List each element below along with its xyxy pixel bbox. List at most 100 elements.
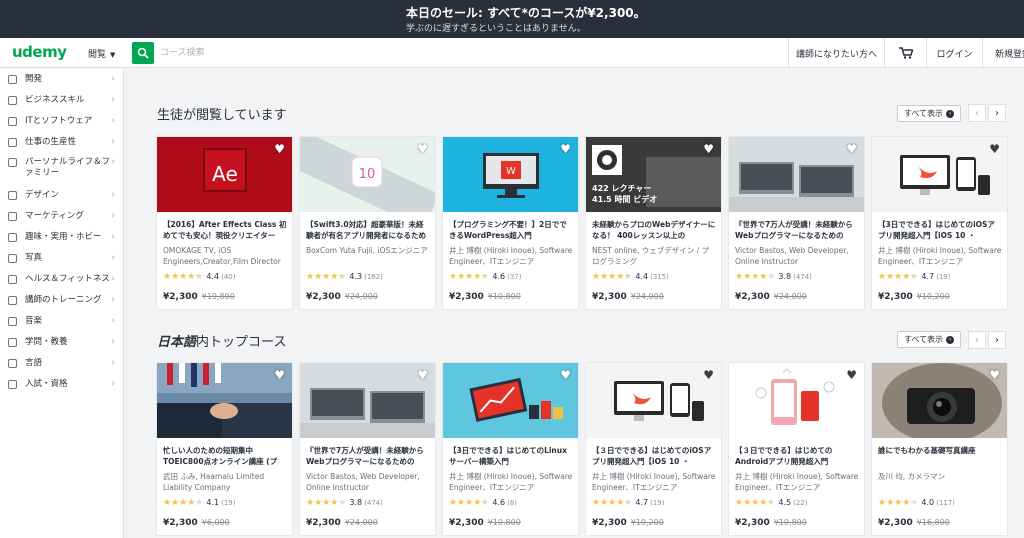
heart-icon[interactable]: ♥ (560, 142, 571, 156)
rating-value: 3.8 (778, 272, 792, 281)
heart-icon[interactable]: ♥ (846, 368, 857, 382)
rating-value: 4.1 (206, 498, 220, 507)
original-price: ¥10,800 (773, 518, 807, 527)
course-thumbnail[interactable] (872, 137, 1007, 212)
course-card[interactable]: 10 ♥ 【Swift3.0対応】超豪華版！未経験者が有名アプリ開発者になるための B… (300, 137, 435, 309)
sidebar-item-label: マーケティング (25, 211, 84, 221)
rating-count: (8) (507, 499, 518, 507)
course-card[interactable]: ♥ 【3日でできる】はじめてのiOSアプリ開発超入門【iOS 10 ・井上 博樹 … (872, 137, 1007, 309)
sale-banner[interactable]: 本日のセール: すべて*のコースが¥2,300。 学ぶのに遅すぎるということはあ… (0, 0, 1024, 38)
original-price: ¥10,200 (916, 292, 950, 301)
course-thumbnail[interactable] (729, 363, 864, 438)
search-input[interactable] (154, 42, 554, 64)
star-rating-icon: ★★★★★ (449, 498, 490, 508)
course-rating: ★★★★★ 4.4 (315) (592, 272, 669, 282)
carousel-next-button[interactable]: › (988, 104, 1006, 122)
course-card[interactable]: ♥ 【3日でできる】はじめてのLinuxサーバー構築入門 井上 博樹 (Hiroki… (443, 363, 578, 535)
course-rating: ★★★★★ 4.0 (117) (878, 498, 955, 508)
heart-icon[interactable]: ♥ (989, 368, 1000, 382)
course-card[interactable]: 422 レクチャー 41.5 時間 ビデオ ♥ 未経験からプロのWebデザイナーになる… (586, 137, 721, 309)
sidebar-item-label: 入試・資格 (25, 379, 68, 389)
megaphone-icon (8, 212, 17, 221)
course-card[interactable]: W ♥ 【プログラミング不要！】2日でできるWordPress超入門 井上 博樹 (H… (443, 137, 578, 309)
carousel-next-button[interactable]: › (988, 331, 1006, 349)
sidebar-item-label: デザイン (25, 190, 60, 200)
course-title: 未経験からプロのWebデザイナーになる！ 400レッスン以上の (592, 220, 716, 240)
heart-icon[interactable]: ♥ (989, 142, 1000, 156)
sale-headline: 本日のセール: すべて*のコースが¥2,300。 (406, 6, 646, 20)
heart-icon[interactable]: ♥ (274, 368, 285, 382)
course-instructor: 井上 博樹 (Hiroki Inoue), Software Engineer、… (449, 472, 573, 492)
star-rating-icon: ★★★★★ (163, 272, 204, 282)
course-price: ¥2,300 ¥10,800 (449, 518, 521, 528)
carousel-prev-button[interactable]: ‹ (968, 104, 986, 122)
course-thumbnail[interactable]: W (443, 137, 578, 212)
person-icon (8, 158, 17, 167)
course-card[interactable]: ♥ 『世界で7万人が受講！未経験からWebプログラマーになるための Victor B… (300, 363, 435, 535)
gear-icon (8, 338, 17, 347)
chevron-right-icon: › (111, 157, 115, 167)
chart-icon (8, 96, 17, 105)
heart-icon[interactable]: ♥ (560, 368, 571, 382)
course-title: 【３日でできる】はじめてのiOSアプリ開発超入門【iOS 10 ・ (592, 446, 712, 466)
laptop-icon (8, 117, 17, 126)
sidebar-item-label: 写真 (25, 253, 43, 263)
section-title-rest: 内トップコース (196, 335, 287, 350)
course-card[interactable]: Ae ♥ 【2016】After Effects Class 初めてでも安心！現役ク… (157, 137, 292, 309)
video-hours-overlay: 41.5 時間 ビデオ (592, 195, 658, 204)
cart-button[interactable] (884, 38, 926, 68)
course-thumbnail[interactable]: 10 (300, 137, 435, 212)
course-card[interactable]: ♥ 【３日でできる】はじめてのiOSアプリ開発超入門【iOS 10 ・井上 博樹 … (586, 363, 721, 535)
become-instructor-label: 講師になりたい方へ (795, 49, 877, 60)
course-thumbnail[interactable] (443, 363, 578, 438)
course-thumbnail[interactable] (729, 137, 864, 212)
course-title: 【Swift3.0対応】超豪華版！未経験者が有名アプリ開発者になるための (306, 220, 426, 240)
udemy-logo[interactable]: udemy (12, 43, 67, 61)
heart-icon[interactable]: ♥ (417, 142, 428, 156)
carousel-prev-button[interactable]: ‹ (968, 331, 986, 349)
sidebar-item-label: 仕事の生産性 (25, 137, 77, 147)
browse-menu-button[interactable]: 閲覧 ▼ (88, 47, 115, 60)
course-card[interactable]: ♥ 忙しい人のための短期集中TOEIC800点オンライン講座 (プ 武田 ふみ, H… (157, 363, 292, 535)
course-thumbnail[interactable]: Ae (157, 137, 292, 212)
course-thumbnail[interactable]: 422 レクチャー 41.5 時間 ビデオ (586, 137, 721, 212)
heart-icon[interactable]: ♥ (703, 368, 714, 382)
sidebar-item-label: ビジネススキル (25, 95, 85, 105)
course-card[interactable]: ♥ 【３日でできる】はじめてのAndroidアプリ開発超入門 井上 博樹 (Hiro… (729, 363, 864, 535)
heart-icon[interactable]: ♥ (703, 142, 714, 156)
course-card[interactable]: ♥ 『世界で7万人が受講！未経験からWebプログラマーになるための Victor B… (729, 137, 864, 309)
course-price: ¥2,300 ¥24,000 (735, 292, 807, 302)
sale-price: ¥2,300 (306, 292, 341, 302)
heart-icon[interactable]: ♥ (417, 368, 428, 382)
chevron-left-icon: ‹ (975, 334, 979, 346)
course-thumbnail[interactable] (872, 363, 1007, 438)
show-all-button[interactable]: すべて表示 › (897, 105, 961, 122)
course-thumbnail[interactable] (586, 363, 721, 438)
search-icon (137, 47, 149, 59)
rating-count: (162) (364, 273, 383, 281)
course-price: ¥2,300 ¥16,800 (878, 518, 950, 528)
course-thumbnail[interactable] (300, 363, 435, 438)
star-rating-icon: ★★★★★ (878, 498, 919, 508)
camera-icon (8, 254, 17, 263)
course-rating: ★★★★★ 4.7 (19) (592, 498, 664, 508)
arrow-right-icon: › (946, 335, 955, 344)
rating-value: 4.4 (635, 272, 649, 281)
original-price: ¥10,200 (630, 518, 664, 527)
heart-icon[interactable]: ♥ (846, 142, 857, 156)
sidebar-item-label: 言語 (25, 358, 43, 368)
search-button[interactable] (132, 42, 154, 64)
login-button[interactable]: ログイン (926, 38, 982, 68)
show-all-button[interactable]: すべて表示 › (897, 331, 961, 348)
rating-value: 4.6 (492, 498, 506, 507)
course-thumbnail[interactable] (157, 363, 292, 438)
heart-icon[interactable]: ♥ (274, 142, 285, 156)
sale-price: ¥2,300 (449, 518, 484, 528)
signup-button[interactable]: 新規登録 (982, 38, 1024, 68)
section-title-bold: 日本語 (157, 335, 197, 350)
star-rating-icon: ★★★★★ (592, 272, 633, 282)
rating-count: (40) (221, 273, 236, 281)
become-instructor-link[interactable]: 講師になりたい方へ (788, 38, 884, 68)
course-card[interactable]: ♥ 誰にでもわかる基礎写真講座 及川 均, カメラマン ★★★★★ 4.0 (117) ¥2… (872, 363, 1007, 535)
course-price: ¥2,300 ¥10,800 (735, 518, 807, 528)
